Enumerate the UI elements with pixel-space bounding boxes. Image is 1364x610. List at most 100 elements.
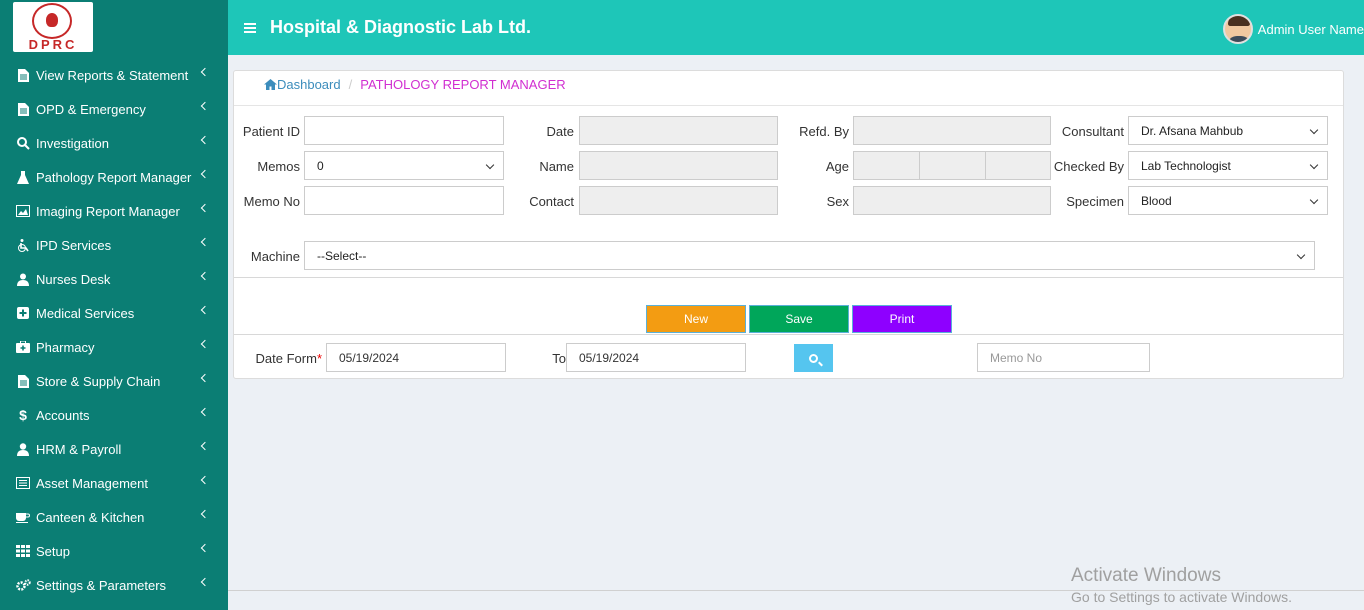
- required-mark: *: [316, 351, 322, 366]
- date-field: [579, 116, 778, 145]
- memos-select[interactable]: 0: [304, 151, 504, 180]
- sidebar-item-label: Setup: [36, 543, 70, 559]
- sidebar-item-accounts[interactable]: $ Accounts: [0, 398, 228, 432]
- sidebar: DPRC View Reports & Statement OPD & Emer…: [0, 0, 228, 610]
- date-to-input[interactable]: 05/19/2024: [566, 343, 746, 372]
- memo-no-search-input[interactable]: Memo No: [977, 343, 1150, 372]
- sidebar-item-store-supply[interactable]: Store & Supply Chain: [0, 364, 228, 398]
- sidebar-item-asset[interactable]: Asset Management: [0, 466, 228, 500]
- home-icon: [264, 79, 277, 90]
- patient-id-input[interactable]: [304, 116, 504, 145]
- sidebar-item-pharmacy[interactable]: Pharmacy: [0, 330, 228, 364]
- sidebar-item-pathology[interactable]: Pathology Report Manager: [0, 160, 228, 194]
- checked-by-select[interactable]: Lab Technologist: [1128, 151, 1328, 180]
- chevron-left-icon: [200, 67, 210, 77]
- specimen-selected-value: Blood: [1141, 193, 1172, 208]
- file-icon: [15, 102, 31, 116]
- memo-no-placeholder: Memo No: [990, 350, 1043, 365]
- breadcrumb-current: PATHOLOGY REPORT MANAGER: [360, 77, 566, 92]
- sidebar-item-label: Pathology Report Manager: [36, 169, 192, 185]
- memos-selected-value: 0: [317, 158, 324, 173]
- sidebar-item-nurses-desk[interactable]: Nurses Desk: [0, 262, 228, 296]
- sidebar-item-investigation[interactable]: Investigation: [0, 126, 228, 160]
- sex-field: [853, 186, 1051, 215]
- sidebar-item-opd[interactable]: OPD & Emergency: [0, 92, 228, 126]
- sidebar-item-ipd[interactable]: IPD Services: [0, 228, 228, 262]
- sidebar-item-label: Store & Supply Chain: [36, 373, 161, 389]
- to-label: To: [552, 351, 566, 366]
- contact-field: [579, 186, 778, 215]
- sidebar-item-hrm[interactable]: HRM & Payroll: [0, 432, 228, 466]
- sidebar-item-label: HRM & Payroll: [36, 441, 122, 457]
- chevron-left-icon: [200, 577, 210, 587]
- memo-no-input[interactable]: [304, 186, 504, 215]
- sidebar-item-label: OPD & Emergency: [36, 101, 146, 117]
- chevron-left-icon: [200, 475, 210, 485]
- sidebar-item-label: Investigation: [36, 135, 109, 151]
- sex-label: Sex: [826, 194, 849, 209]
- breadcrumb-home-link[interactable]: Dashboard: [264, 77, 341, 92]
- consultant-select[interactable]: Dr. Afsana Mahbub: [1128, 116, 1328, 145]
- chevron-down-icon: [485, 160, 495, 170]
- file-icon: [15, 68, 31, 82]
- sidebar-item-canteen[interactable]: Canteen & Kitchen: [0, 500, 228, 534]
- search-button[interactable]: [794, 344, 833, 372]
- name-field: [579, 151, 778, 180]
- sidebar-item-label: Imaging Report Manager: [36, 203, 180, 219]
- sidebar-item-label: Nurses Desk: [36, 271, 111, 287]
- sidebar-item-label: Settings & Parameters: [36, 577, 167, 593]
- chevron-left-icon: [200, 135, 210, 145]
- chevron-left-icon: [200, 509, 210, 519]
- memo-no-label: Memo No: [243, 194, 300, 209]
- chevron-left-icon: [200, 339, 210, 349]
- avatar: [1222, 14, 1253, 44]
- chevron-left-icon: [200, 441, 210, 451]
- user-menu[interactable]: Admin User Name: [1222, 14, 1364, 44]
- chevron-left-icon: [200, 169, 210, 179]
- search-icon: [809, 353, 818, 363]
- print-button[interactable]: Print: [852, 305, 952, 333]
- divider: [234, 105, 1343, 106]
- refd-by-label: Refd. By: [799, 124, 849, 139]
- gears-icon: [15, 578, 31, 592]
- save-button[interactable]: Save: [749, 305, 849, 333]
- sidebar-item-settings[interactable]: Settings & Parameters: [0, 568, 228, 602]
- plus-square-icon: [15, 306, 31, 320]
- windows-activation-watermark: Activate Windows Go to Settings to activ…: [1071, 565, 1292, 605]
- list-icon: [15, 476, 31, 490]
- chevron-left-icon: [200, 305, 210, 315]
- refd-by-field: [853, 116, 1051, 145]
- sidebar-item-setup[interactable]: Setup: [0, 534, 228, 568]
- breadcrumb-home-label: Dashboard: [277, 77, 341, 92]
- machine-select[interactable]: --Select--: [304, 241, 1315, 270]
- medkit-icon: [15, 340, 31, 354]
- logo-emblem-icon: [32, 3, 72, 39]
- sidebar-item-medical-services[interactable]: Medical Services: [0, 296, 228, 330]
- file-icon: [15, 374, 31, 388]
- age-months-field: [919, 151, 986, 180]
- breadcrumb-separator: /: [348, 77, 353, 92]
- checked-by-label: Checked By: [1053, 159, 1124, 174]
- chevron-down-icon: [1309, 125, 1319, 135]
- date-from-label: Date Form*: [244, 351, 322, 366]
- coffee-icon: [15, 510, 31, 524]
- flask-icon: [15, 170, 31, 184]
- user-name: Admin User Name: [1257, 21, 1364, 37]
- sidebar-item-view-reports[interactable]: View Reports & Statement: [0, 58, 228, 92]
- sidebar-item-label: IPD Services: [36, 237, 112, 253]
- chevron-left-icon: [200, 271, 210, 281]
- sidebar-item-label: View Reports & Statement: [36, 67, 189, 83]
- sidebar-item-imaging[interactable]: Imaging Report Manager: [0, 194, 228, 228]
- chevron-left-icon: [200, 407, 210, 417]
- date-from-input[interactable]: 05/19/2024: [326, 343, 506, 372]
- checked-by-selected-value: Lab Technologist: [1141, 158, 1231, 173]
- user-md-icon: [15, 272, 31, 286]
- specimen-select[interactable]: Blood: [1128, 186, 1328, 215]
- date-label: Date: [546, 124, 574, 139]
- new-button[interactable]: New: [646, 305, 746, 333]
- consultant-selected-value: Dr. Afsana Mahbub: [1141, 123, 1244, 138]
- menu-toggle-icon[interactable]: [244, 23, 256, 33]
- top-bar: Hospital & Diagnostic Lab Ltd. Admin Use…: [228, 0, 1364, 55]
- watermark-line2: Go to Settings to activate Windows.: [1071, 589, 1292, 605]
- logo[interactable]: DPRC: [13, 2, 93, 52]
